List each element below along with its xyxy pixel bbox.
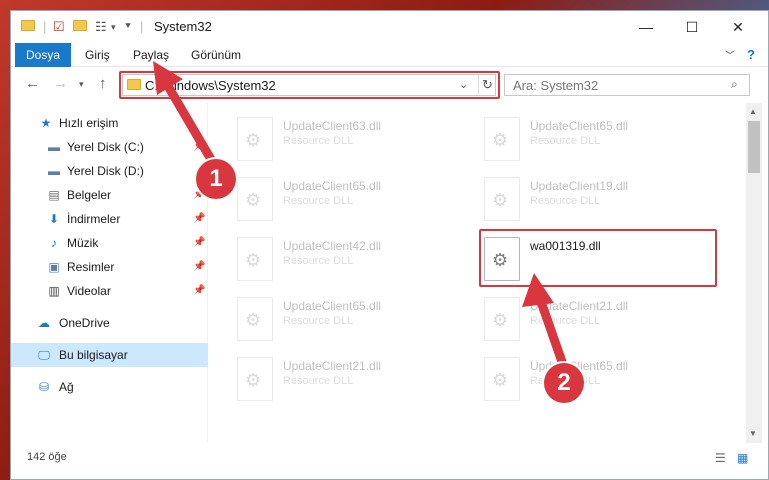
cloud-icon: ☁ <box>38 316 50 330</box>
sidebar-item-label: İndirmeler <box>67 212 121 226</box>
file-name: UpdateClient65.dll <box>283 179 382 193</box>
sidebar-item-label: Ağ <box>59 380 74 394</box>
sidebar-item-onedrive[interactable]: ☁ OneDrive <box>11 311 208 335</box>
address-row: ← → ▾ ↑ C:\Windows\System32 ⌄ ↻ Ara: Sys… <box>11 67 768 101</box>
details-view-icon[interactable]: ☰ <box>715 451 726 465</box>
close-button[interactable]: ✕ <box>715 11 761 43</box>
rename-icon[interactable]: ☷ <box>95 19 107 35</box>
file-name: UpdateClient42.dll <box>283 239 382 253</box>
dll-file-icon <box>237 237 273 281</box>
scroll-up-icon[interactable]: ▲ <box>749 107 757 116</box>
drive-icon: ▬ <box>48 164 60 178</box>
folder-icon <box>21 19 35 35</box>
sidebar-item-this-pc[interactable]: 🖵 Bu bilgisayar <box>11 343 208 367</box>
search-placeholder: Ara: System32 <box>513 78 599 93</box>
file-type: Resource DLL <box>283 195 354 207</box>
annotation-badge-2: 2 <box>544 363 584 403</box>
properties-icon[interactable]: ☑ <box>53 19 65 35</box>
separator: | <box>140 19 144 34</box>
dll-file-icon <box>484 297 520 341</box>
list-item[interactable]: UpdateClient63.dll Resource DLL <box>237 115 467 165</box>
tab-dosya[interactable]: Dosya <box>15 43 71 67</box>
list-item[interactable]: UpdateClient65.dll Resource DLL <box>237 295 467 345</box>
list-item[interactable]: UpdateClient65.dll Resource DLL <box>484 115 714 165</box>
pin-icon: 📌 <box>193 237 206 248</box>
file-type: Resource DLL <box>283 255 354 267</box>
title-bar: | ☑ ☷ ▾ ⯆ | System32 — ☐ ✕ <box>11 11 768 43</box>
drive-icon: ▬ <box>48 140 60 154</box>
file-type: Resource DLL <box>283 135 354 147</box>
file-name: UpdateClient19.dll <box>530 179 629 193</box>
sidebar-item-label: Müzik <box>67 236 99 250</box>
dll-file-icon <box>237 357 273 401</box>
dll-file-icon <box>484 177 520 221</box>
sidebar-item-label: Videolar <box>67 284 111 298</box>
up-arrow-icon[interactable]: ↑ <box>99 75 107 92</box>
pin-icon: 📌 <box>193 261 206 272</box>
large-icons-view-icon[interactable]: ▦ <box>737 451 748 465</box>
file-type: Resource DLL <box>530 135 601 147</box>
pin-icon: 📌 <box>193 285 206 296</box>
back-arrow-icon[interactable]: ← <box>25 75 40 92</box>
annotation-badge-1: 1 <box>196 159 236 199</box>
customize-toolbar-icon[interactable]: ⯆ <box>124 19 132 35</box>
sidebar-item-label: Resimler <box>67 260 115 274</box>
recent-locations-icon[interactable]: ▾ <box>79 79 84 90</box>
sidebar-item-label: Hızlı erişim <box>59 116 119 130</box>
file-type: Resource DLL <box>283 315 354 327</box>
sidebar-item-videos[interactable]: ▥ Videolar 📌 <box>11 279 208 303</box>
sidebar-item-label: Yerel Disk (D:) <box>67 164 144 178</box>
file-name: UpdateClient65.dll <box>530 119 629 133</box>
file-name: UpdateClient63.dll <box>283 119 382 133</box>
list-item[interactable]: UpdateClient19.dll Resource DLL <box>484 175 714 225</box>
dll-file-icon <box>484 117 520 161</box>
list-item[interactable]: UpdateClient42.dll Resource DLL <box>237 235 467 285</box>
sidebar-item-pictures[interactable]: ▣ Resimler 📌 <box>11 255 208 279</box>
dll-file-icon <box>484 357 520 401</box>
computer-icon: 🖵 <box>38 348 50 362</box>
documents-icon: ▤ <box>48 188 60 202</box>
minimize-button[interactable]: — <box>623 11 669 43</box>
download-icon: ⬇ <box>48 212 60 226</box>
search-input[interactable]: Ara: System32 ⌕ <box>504 74 750 96</box>
explorer-window: | ☑ ☷ ▾ ⯆ | System32 — ☐ ✕ Dosya Giriş P… <box>10 10 769 480</box>
star-icon: ★ <box>40 116 52 130</box>
file-name: UpdateClient65.dll <box>283 299 382 313</box>
dll-file-icon <box>237 297 273 341</box>
scroll-down-icon[interactable]: ▼ <box>749 429 757 438</box>
sidebar-item-label: Belgeler <box>67 188 112 202</box>
maximize-button[interactable]: ☐ <box>669 11 715 43</box>
sidebar-item-downloads[interactable]: ⬇ İndirmeler 📌 <box>11 207 208 231</box>
new-folder-icon[interactable] <box>73 19 87 35</box>
sidebar-item-label: OneDrive <box>59 316 110 330</box>
sidebar-item-label: Yerel Disk (C:) <box>67 140 144 154</box>
expand-ribbon-icon[interactable]: ﹀ <box>725 47 735 62</box>
videos-icon: ▥ <box>48 284 60 298</box>
sidebar-item-music[interactable]: ♪ Müzik 📌 <box>11 231 208 255</box>
pin-icon: 📌 <box>193 213 206 224</box>
file-type: Resource DLL <box>283 375 354 387</box>
search-icon[interactable]: ⌕ <box>731 77 738 92</box>
help-icon[interactable]: ? <box>747 47 755 62</box>
file-type: Resource DLL <box>530 195 601 207</box>
status-bar: 142 öğe ☰ ▦ <box>11 447 768 469</box>
pictures-icon: ▣ <box>48 260 60 274</box>
sidebar-item-network[interactable]: ⛁ Ağ <box>11 375 208 399</box>
vertical-scrollbar[interactable]: ▲ ▼ <box>746 103 762 443</box>
tab-giris[interactable]: Giriş <box>75 43 120 67</box>
list-item[interactable]: UpdateClient21.dll Resource DLL <box>237 355 467 405</box>
file-name: UpdateClient21.dll <box>283 359 382 373</box>
music-icon: ♪ <box>51 236 57 250</box>
chevron-down-icon[interactable]: ▾ <box>111 19 116 35</box>
sidebar-item-label: Bu bilgisayar <box>59 348 128 362</box>
file-highlight-box <box>479 229 717 287</box>
list-item[interactable]: UpdateClient65.dll Resource DLL <box>237 175 467 225</box>
network-icon: ⛁ <box>38 380 50 394</box>
item-count: 142 öğe <box>27 451 67 463</box>
window-title: System32 <box>154 19 212 34</box>
forward-arrow-icon[interactable]: → <box>53 75 68 92</box>
ribbon: Dosya Giriş Paylaş Görünüm ﹀ ? <box>11 43 768 67</box>
scrollbar-thumb[interactable] <box>748 121 760 173</box>
separator: | <box>43 19 47 34</box>
